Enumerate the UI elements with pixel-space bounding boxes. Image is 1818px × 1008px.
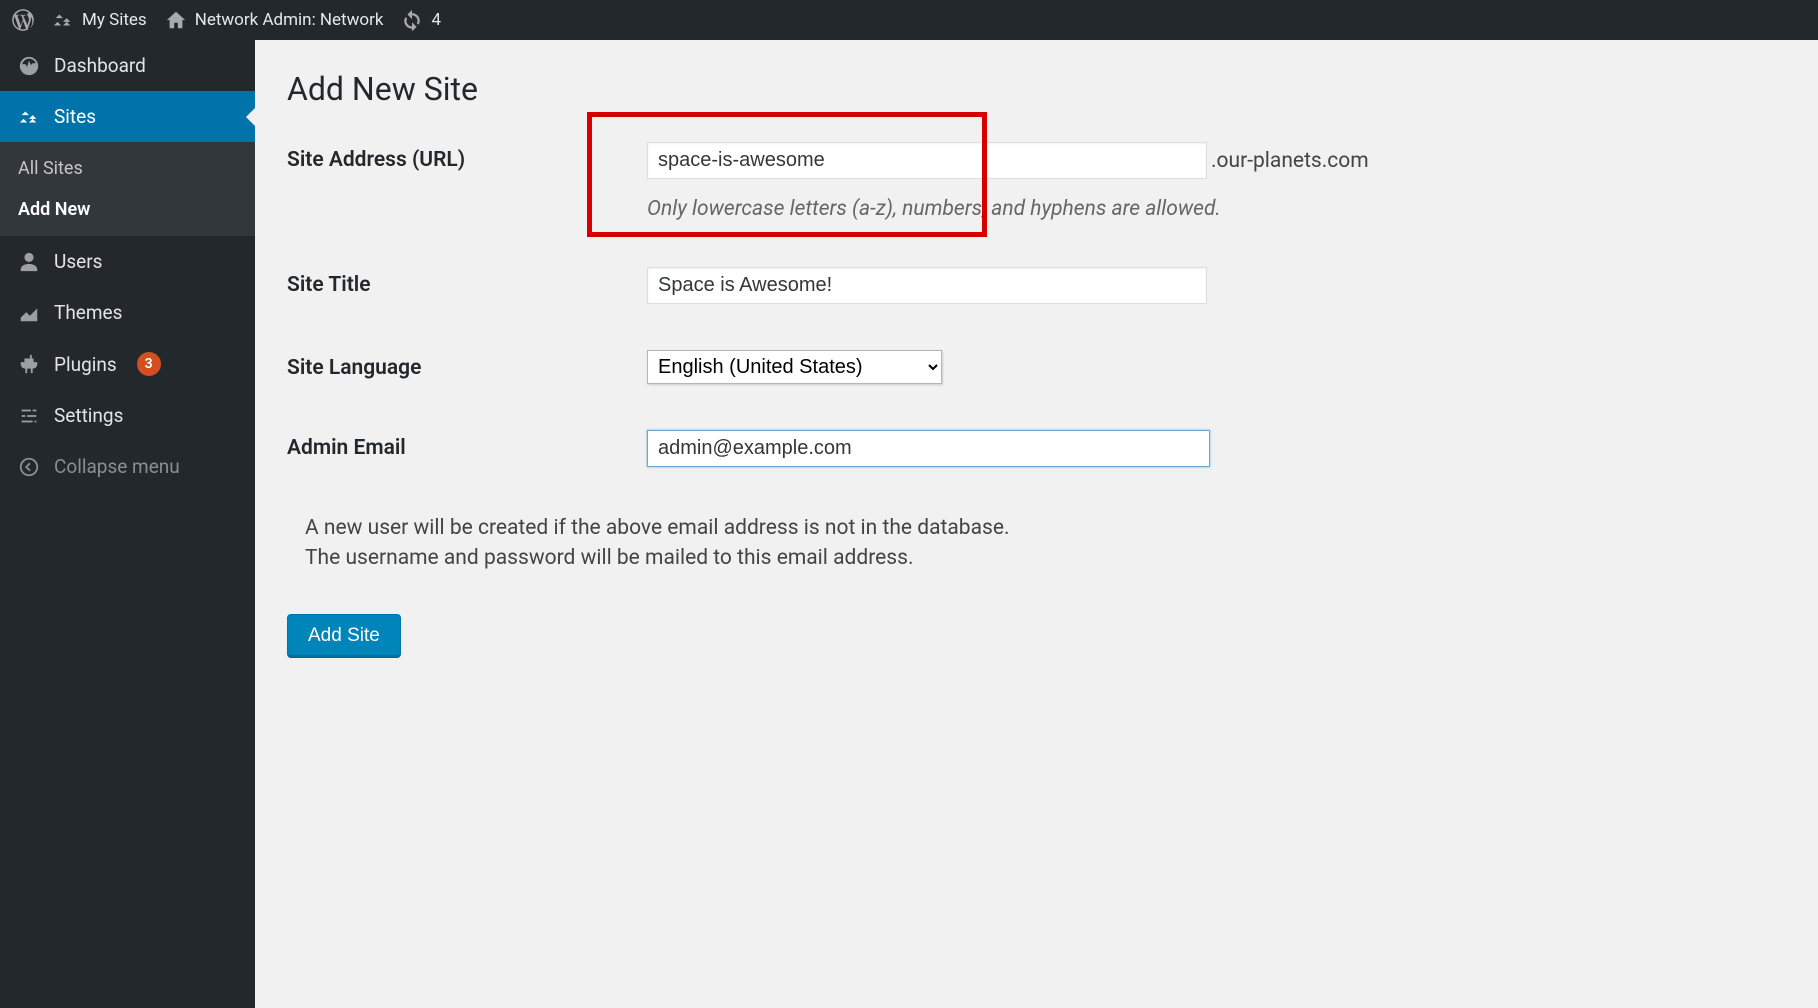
page-title: Add New Site [287, 70, 1786, 108]
sidebar-dashboard-label: Dashboard [54, 54, 146, 77]
sidebar-item-settings[interactable]: Settings [0, 390, 255, 441]
site-language-select[interactable]: English (United States) [647, 350, 942, 384]
row-site-language: Site Language English (United States) [287, 350, 1786, 384]
sidebar-sites-label: Sites [54, 105, 96, 128]
collapse-icon [18, 456, 40, 478]
home-icon [165, 9, 187, 31]
sidebar-item-sites[interactable]: Sites [0, 91, 255, 142]
refresh-icon [401, 9, 423, 31]
row-admin-email: Admin Email [287, 430, 1786, 467]
label-site-language: Site Language [287, 350, 647, 380]
wp-logo[interactable] [12, 9, 34, 31]
multisite-icon [52, 9, 74, 31]
label-site-title: Site Title [287, 267, 647, 297]
dashboard-icon [18, 55, 40, 77]
sidebar-item-dashboard[interactable]: Dashboard [0, 40, 255, 91]
multisite-icon [18, 106, 40, 128]
sidebar-subitem-all-sites[interactable]: All Sites [0, 148, 255, 189]
sidebar-item-themes[interactable]: Themes [0, 287, 255, 338]
admin-email-input[interactable] [647, 430, 1210, 467]
sidebar-sites-submenu: All Sites Add New [0, 142, 255, 236]
row-site-title: Site Title [287, 267, 1786, 304]
updates-link[interactable]: 4 [401, 9, 441, 31]
admin-toolbar: My Sites Network Admin: Network 4 [0, 0, 1818, 40]
sidebar-subitem-add-new[interactable]: Add New [0, 189, 255, 230]
updates-count: 4 [431, 10, 441, 30]
row-site-address: Site Address (URL) .our-planets.com Only… [287, 142, 1786, 221]
label-site-address: Site Address (URL) [287, 142, 647, 172]
admin-sidebar: Dashboard Sites All Sites Add New Users … [0, 40, 255, 1008]
plugins-icon [18, 353, 40, 375]
themes-icon [18, 302, 40, 324]
settings-icon [18, 405, 40, 427]
label-admin-email: Admin Email [287, 430, 647, 460]
site-address-help: Only lowercase letters (a-z), numbers, a… [647, 197, 1786, 221]
sidebar-collapse-menu[interactable]: Collapse menu [0, 441, 255, 492]
admin-email-notice: A new user will be created if the above … [305, 513, 1786, 574]
sidebar-plugins-label: Plugins [54, 353, 117, 376]
add-site-button[interactable]: Add Site [287, 614, 401, 658]
site-title-input[interactable] [647, 267, 1207, 304]
sidebar-themes-label: Themes [54, 301, 122, 324]
main-content: Add New Site Site Address (URL) .our-pla… [255, 40, 1818, 1008]
network-admin-link[interactable]: Network Admin: Network [165, 9, 384, 31]
sidebar-item-users[interactable]: Users [0, 236, 255, 287]
notice-line-2: The username and password will be mailed… [305, 546, 914, 570]
domain-suffix: .our-planets.com [1211, 149, 1369, 173]
users-icon [18, 251, 40, 273]
plugins-update-badge: 3 [137, 352, 161, 376]
my-sites-label: My Sites [82, 10, 147, 30]
sidebar-settings-label: Settings [54, 404, 123, 427]
wordpress-icon [12, 9, 34, 31]
my-sites-link[interactable]: My Sites [52, 9, 147, 31]
sidebar-collapse-label: Collapse menu [54, 455, 180, 478]
sidebar-users-label: Users [54, 250, 102, 273]
network-admin-label: Network Admin: Network [195, 10, 384, 30]
sidebar-item-plugins[interactable]: Plugins 3 [0, 338, 255, 390]
site-address-input[interactable] [647, 142, 1207, 179]
notice-line-1: A new user will be created if the above … [305, 516, 1010, 540]
